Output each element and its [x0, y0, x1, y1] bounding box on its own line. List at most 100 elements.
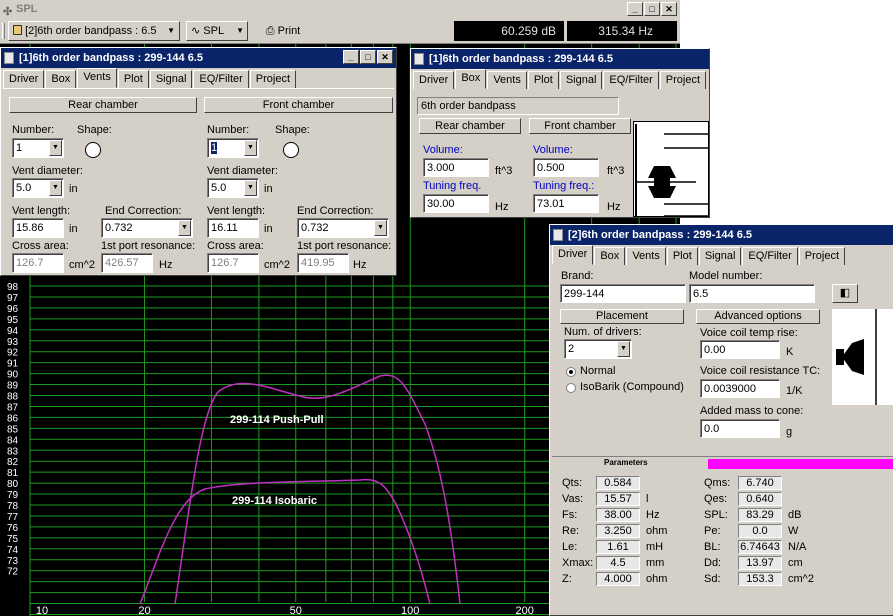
chevron-down-icon[interactable]: ▼ [244, 140, 257, 156]
minimize-button[interactable]: _ [627, 2, 643, 16]
rear-number-select[interactable]: 1 ▼ [12, 138, 64, 158]
tab-signal[interactable]: Signal [698, 247, 742, 265]
num-drivers-select[interactable]: 2 ▼ [564, 339, 632, 359]
rear-endcorr-select[interactable]: 0.732 ▼ [101, 218, 193, 238]
param-unit: cm^2 [788, 573, 814, 585]
front-number-value: 1 [211, 142, 218, 154]
tab-plot[interactable]: Plot [666, 247, 698, 265]
param-key: Pe: [704, 525, 721, 537]
box-tabs: Driver Box Vents Plot Signal EQ/Filter P… [413, 69, 707, 89]
close-button[interactable]: ✕ [661, 2, 677, 16]
front-length-input[interactable]: 16.11 [207, 218, 259, 238]
rear-length-input[interactable]: 15.86 [12, 218, 64, 238]
front-endcorr-select[interactable]: 0.732 ▼ [297, 218, 389, 238]
tab-signal[interactable]: Signal [559, 71, 603, 89]
front-diam-label: Vent diameter: [207, 165, 278, 177]
front-length-unit: in [264, 223, 273, 235]
radio-normal[interactable] [566, 367, 576, 377]
front-diam-select[interactable]: 5.0 ▼ [207, 178, 259, 198]
dataset-selector[interactable]: [2]6th order bandpass : 6.5 ▼ [8, 21, 180, 41]
tab-eq-filter[interactable]: EQ/Filter [193, 70, 249, 88]
tab-driver[interactable]: Driver [413, 71, 455, 89]
front-chamber-header[interactable]: Front chamber [204, 97, 393, 113]
close-button[interactable]: ✕ [377, 50, 393, 64]
added-mass-unit: g [786, 426, 793, 438]
rear-chamber-button[interactable]: Rear chamber [419, 118, 521, 134]
rear-volume-input[interactable]: 3.000 [423, 158, 489, 177]
tab-plot[interactable]: Plot [527, 71, 559, 89]
y-tick-label: 98 [7, 282, 19, 293]
y-tick-label: 74 [7, 545, 19, 556]
rear-number-label: Number: [12, 124, 55, 136]
front-res-unit: Hz [353, 259, 367, 271]
chevron-down-icon[interactable]: ▼ [178, 220, 191, 236]
tab-vents[interactable]: Vents [626, 247, 666, 265]
rear-res-label: 1st port resonance: [101, 240, 196, 252]
rear-tuning-input[interactable]: 30.00 [423, 194, 489, 213]
tab-eq-filter[interactable]: EQ/Filter [603, 71, 659, 89]
radio-normal-label[interactable]: Normal [580, 365, 615, 377]
tab-project[interactable]: Project [798, 247, 846, 265]
maximize-button[interactable]: □ [360, 50, 376, 64]
driver-library-button[interactable]: ◧ [832, 284, 858, 303]
added-mass-input[interactable]: 0.0 [700, 419, 780, 438]
params-header: Parameters [604, 458, 648, 467]
param-value: 153.3 [738, 572, 782, 586]
front-shape-label: Shape: [275, 124, 310, 136]
box-type-select[interactable]: 6th order bandpass [417, 97, 619, 115]
vc-temp-input[interactable]: 0.00 [700, 340, 780, 359]
chevron-down-icon[interactable]: ▼ [374, 220, 387, 236]
print-button[interactable]: ⎙ Print [258, 21, 308, 41]
tab-project[interactable]: Project [659, 71, 707, 89]
chevron-down-icon[interactable]: ▼ [617, 341, 630, 357]
vc-res-input[interactable]: 0.0039000 [700, 379, 780, 398]
front-chamber-button[interactable]: Front chamber [529, 118, 631, 134]
round-shape-icon[interactable] [283, 142, 299, 158]
chevron-down-icon[interactable]: ▼ [49, 140, 62, 156]
param-value: 6.740 [738, 476, 782, 490]
maximize-button[interactable]: □ [644, 2, 660, 16]
tab-box[interactable]: Box [455, 69, 487, 89]
grip-icon [2, 23, 5, 39]
param-key: Fs: [562, 509, 578, 521]
chevron-down-icon[interactable]: ▼ [244, 180, 257, 196]
chevron-down-icon[interactable]: ▼ [49, 180, 62, 196]
rear-diam-select[interactable]: 5.0 ▼ [12, 178, 64, 198]
vents-tabs: Driver Box Vents Plot Signal EQ/Filter P… [3, 68, 297, 88]
front-volume-label: Volume: [533, 144, 573, 156]
front-volume-input[interactable]: 0.500 [533, 158, 599, 177]
front-number-select[interactable]: 1 ▼ [207, 138, 259, 158]
tab-driver[interactable]: Driver [552, 245, 594, 265]
x-tick-label: 100 [401, 605, 419, 616]
rear-chamber-header[interactable]: Rear chamber [9, 97, 197, 113]
tab-box[interactable]: Box [594, 247, 626, 265]
front-tuning-input[interactable]: 73.01 [533, 194, 599, 213]
tab-vents[interactable]: Vents [77, 68, 117, 88]
y-tick-label: 83 [7, 446, 19, 457]
tab-signal[interactable]: Signal [149, 70, 193, 88]
y-tick-label: 93 [7, 337, 19, 348]
tab-plot[interactable]: Plot [117, 70, 149, 88]
rear-number-value: 1 [16, 142, 23, 154]
rear-shape-label: Shape: [77, 124, 112, 136]
tab-vents[interactable]: Vents [487, 71, 527, 89]
rear-diam-unit: in [69, 183, 78, 195]
radio-isobarik-label[interactable]: IsoBarik (Compound) [580, 381, 684, 393]
minimize-button[interactable]: _ [343, 50, 359, 64]
x-tick-label: 200 [516, 605, 534, 616]
tab-project[interactable]: Project [249, 70, 297, 88]
y-tick-label: 96 [7, 304, 19, 315]
tab-eq-filter[interactable]: EQ/Filter [742, 247, 798, 265]
mode-selector[interactable]: ∿ SPL ▼ [186, 21, 248, 41]
brand-input[interactable]: 299-144 [560, 284, 686, 303]
placement-button[interactable]: Placement [560, 309, 684, 324]
radio-isobarik[interactable] [566, 383, 576, 393]
tab-driver[interactable]: Driver [3, 70, 45, 88]
tab-box[interactable]: Box [45, 70, 77, 88]
app-titlebar: ✣ SPL _ □ ✕ [0, 0, 680, 18]
model-input[interactable]: 6.5 [689, 284, 815, 303]
front-number-label: Number: [207, 124, 250, 136]
advanced-options-button[interactable]: Advanced options [696, 309, 820, 324]
round-shape-icon[interactable] [85, 142, 101, 158]
chevron-down-icon: ▼ [236, 26, 244, 35]
